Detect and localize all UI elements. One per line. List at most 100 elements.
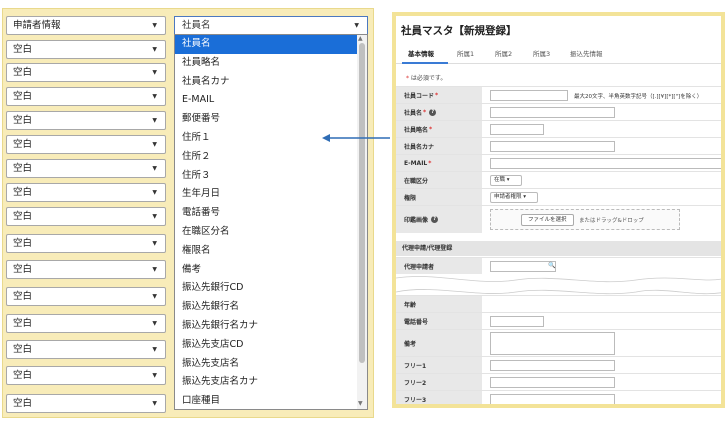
blank-column-select-value: 空白 (13, 211, 33, 222)
search-icon[interactable]: 🔍 (548, 262, 555, 269)
row-employee-name: 社員名 *? (396, 103, 721, 120)
row-age: 年齢 (396, 295, 721, 312)
tab-affiliation-1[interactable]: 所属1 (457, 48, 474, 58)
row-seal-image: 印鑑画像? ファイルを選択 またはドラッグ&ドロップ (396, 205, 721, 233)
employee-master-form: 社員マスタ【新規登録】 基本情報 所属1 所属2 所属3 振込先情報 * は必須… (392, 12, 725, 408)
tab-bank-info[interactable]: 振込先情報 (570, 48, 603, 58)
proxy-section-header: 代理申請/代理登録 (396, 241, 721, 256)
blank-column-select[interactable]: 空白 ▼ (6, 111, 166, 130)
column-select-open[interactable]: 社員名 ▼ (174, 16, 368, 35)
column-select-value: 社員名 (182, 20, 211, 31)
page-title: 社員マスタ【新規登録】 (401, 25, 517, 37)
blank-column-select[interactable]: 空白 ▼ (6, 207, 166, 226)
scroll-down-icon[interactable]: ▼ (358, 400, 363, 407)
role-select[interactable]: 申請者権限 ▾ (490, 192, 538, 203)
column-option[interactable]: 振込先銀行名 (175, 298, 367, 317)
memo-textarea[interactable] (490, 332, 615, 355)
chevron-down-icon: ▼ (152, 165, 157, 172)
blank-column-select[interactable]: 空白 ▼ (6, 394, 166, 413)
column-option[interactable]: 備考 (175, 261, 367, 280)
column-option[interactable]: 郵便番号 (175, 110, 367, 129)
blank-column-select[interactable]: 空白 ▼ (6, 340, 166, 359)
scroll-thumb[interactable] (359, 43, 365, 363)
blank-column-select-value: 空白 (13, 44, 33, 55)
row-employee-code: 社員コード * 最大20文字、半角英数字記号（[.][¥][*]["]を除く） (396, 86, 721, 103)
column-option[interactable]: 社員名カナ (175, 73, 367, 92)
column-option[interactable]: 生年月日 (175, 185, 367, 204)
row-short-name: 社員略名 * (396, 120, 721, 137)
chevron-down-icon: ▼ (152, 213, 157, 220)
tab-basic-info[interactable]: 基本情報 (408, 48, 434, 58)
column-option[interactable]: E-MAIL (175, 91, 367, 110)
blank-column-select[interactable]: 空白 ▼ (6, 87, 166, 106)
column-option[interactable]: 口座種目 (175, 392, 367, 409)
help-icon[interactable]: ? (431, 216, 439, 223)
choose-file-button[interactable]: ファイルを選択 (521, 214, 574, 226)
row-memo: 備考 (396, 329, 721, 356)
drop-hint: またはドラッグ&ドロップ (579, 218, 644, 224)
proxy-applicant-input[interactable] (490, 261, 556, 272)
blank-column-select-value: 空白 (13, 139, 33, 150)
chevron-down-icon: ▼ (152, 320, 157, 327)
column-option[interactable]: 振込先銀行名カナ (175, 317, 367, 336)
column-options-list[interactable]: 社員名 社員略名 社員名カナ E-MAIL 郵便番号 住所１ 住所２ 住所３ 生年月日 電話番号在… (174, 34, 368, 410)
employee-name-input[interactable] (490, 107, 615, 118)
blank-column-select[interactable]: 空白 ▼ (6, 183, 166, 202)
column-option[interactable]: 社員名 (175, 35, 367, 54)
row-free3: フリー3 (396, 390, 721, 404)
column-option[interactable]: 振込先支店名カナ (175, 373, 367, 392)
blank-column-select-value: 空白 (13, 264, 33, 275)
blank-column-select[interactable]: 空白 ▼ (6, 234, 166, 253)
blank-column-select-value: 空白 (13, 370, 33, 381)
blank-column-select-value: 空白 (13, 67, 33, 78)
blank-column-select-value: 空白 (13, 163, 33, 174)
employment-status-select[interactable]: 在職 ▾ (490, 175, 522, 186)
blank-column-select[interactable]: 空白 ▼ (6, 287, 166, 306)
applicant-info-select[interactable]: 申請者情報 ▼ (6, 16, 166, 35)
chevron-down-icon: ▼ (152, 117, 157, 124)
blank-column-select[interactable]: 空白 ▼ (6, 314, 166, 333)
short-name-input[interactable] (490, 124, 544, 135)
blank-column-select[interactable]: 空白 ▼ (6, 63, 166, 82)
column-option[interactable]: 在職区分名 (175, 223, 367, 242)
row-role: 権限 申請者権限 ▾ (396, 188, 721, 205)
blank-column-select-value: 空白 (13, 91, 33, 102)
mapping-arrow-icon (322, 134, 390, 142)
email-input[interactable] (490, 158, 721, 169)
blank-column-select-value: 空白 (13, 318, 33, 329)
row-free1: フリー1 (396, 356, 721, 373)
row-employment-status: 在職区分 在職 ▾ (396, 171, 721, 188)
free3-input[interactable] (490, 394, 615, 404)
blank-column-select-value: 空白 (13, 291, 33, 302)
name-kana-input[interactable] (490, 141, 615, 152)
tab-affiliation-3[interactable]: 所属3 (533, 48, 550, 58)
column-option[interactable]: 振込先支店名 (175, 355, 367, 374)
file-dropzone[interactable]: ファイルを選択 またはドラッグ&ドロップ (490, 209, 680, 230)
column-option[interactable]: 住所３ (175, 167, 367, 186)
column-option[interactable]: 権限名 (175, 242, 367, 261)
employee-code-input[interactable] (490, 90, 568, 101)
column-option[interactable]: 社員略名 (175, 54, 367, 73)
row-free2: フリー2 (396, 373, 721, 390)
chevron-down-icon: ▼ (152, 293, 157, 300)
column-option[interactable]: 住所２ (175, 148, 367, 167)
blank-column-select[interactable]: 空白 ▼ (6, 159, 166, 178)
phone-input[interactable] (490, 316, 544, 327)
blank-column-select[interactable]: 空白 ▼ (6, 366, 166, 385)
scrollbar[interactable]: ▲ ▼ (357, 35, 367, 409)
tab-affiliation-2[interactable]: 所属2 (495, 48, 512, 58)
column-option[interactable]: 振込先銀行CD (175, 279, 367, 298)
blank-column-select[interactable]: 空白 ▼ (6, 40, 166, 59)
column-option[interactable]: 振込先支店CD (175, 336, 367, 355)
chevron-down-icon: ▼ (152, 240, 157, 247)
scroll-up-icon[interactable]: ▲ (358, 35, 363, 42)
row-phone: 電話番号 (396, 312, 721, 329)
chevron-down-icon: ▼ (152, 266, 157, 273)
help-icon[interactable]: ? (429, 108, 437, 116)
column-option[interactable]: 電話番号 (175, 204, 367, 223)
free1-input[interactable] (490, 360, 615, 371)
blank-column-select[interactable]: 空白 ▼ (6, 260, 166, 279)
blank-column-select[interactable]: 空白 ▼ (6, 135, 166, 154)
chevron-down-icon: ▼ (152, 69, 157, 76)
free2-input[interactable] (490, 377, 615, 388)
